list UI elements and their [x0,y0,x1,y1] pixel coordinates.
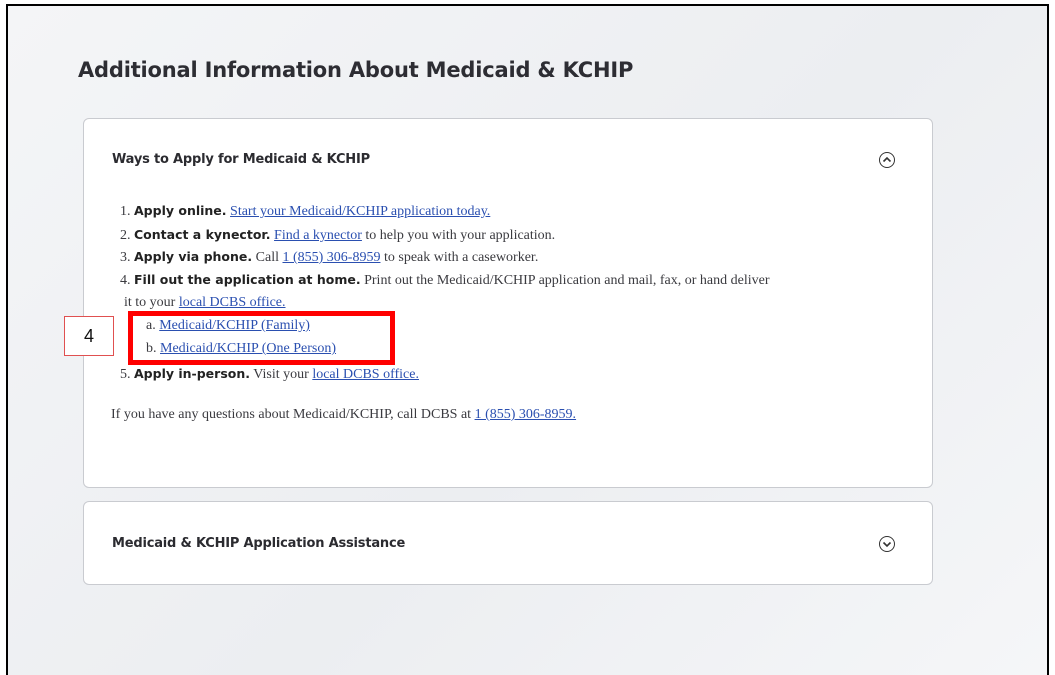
accordion-header-ways-to-apply[interactable]: Ways to Apply for Medicaid & KCHIP [112,152,370,167]
list-item: 5. Apply in-person. Visit your local DCB… [120,366,419,382]
chevron-down-circle-icon[interactable] [879,536,895,552]
dcbs-phone-link[interactable]: 1 (855) 306-8959. [475,407,577,422]
chevron-up-circle-icon[interactable] [879,152,895,168]
page-title: Additional Information About Medicaid & … [78,58,634,82]
accordion-header-application-assistance[interactable]: Medicaid & KCHIP Application Assistance [112,536,405,551]
list-item: 2. Contact a kynector. Find a kynector t… [120,227,556,243]
highlight-box [128,311,395,365]
find-kynector-link[interactable]: Find a kynector [274,228,362,243]
local-dcbs-office-link-2[interactable]: local DCBS office. [312,367,419,382]
annotation-number-label: 4 [64,316,114,356]
list-item: 3. Apply via phone. Call 1 (855) 306-895… [120,249,539,265]
list-item: 1. Apply online. Start your Medicaid/KCH… [120,203,491,219]
questions-footer: If you have any questions about Medicaid… [111,407,577,422]
accordion-application-assistance[interactable]: Medicaid & KCHIP Application Assistance [83,501,933,585]
start-application-link[interactable]: Start your Medicaid/KCHIP application to… [230,204,490,219]
list-item: 4. Fill out the application at home. Pri… [120,272,770,288]
local-dcbs-office-link[interactable]: local DCBS office. [179,295,286,310]
list-item-continuation: it to your local DCBS office. [124,295,286,310]
phone-link[interactable]: 1 (855) 306-8959 [282,250,380,265]
